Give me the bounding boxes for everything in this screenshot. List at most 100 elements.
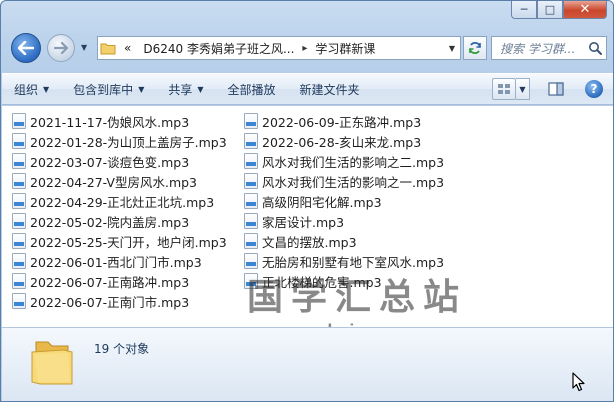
minimize-button[interactable]: ─ [511,1,537,19]
new-folder-label: 新建文件夹 [299,82,360,97]
mp3-file-icon [12,173,26,189]
file-item[interactable]: 风水对我们生活的影响之二.mp3 [244,151,476,171]
item-count: 19 个对象 [94,342,150,356]
file-name: 2022-04-27-V型房风水.mp3 [30,174,198,190]
file-name: 2022-01-28-为山顶上盖房子.mp3 [30,134,227,150]
arrow-left-icon [18,41,34,55]
preview-pane-icon [548,82,564,96]
address-segment-current[interactable]: 学习群新课 [309,40,381,57]
organize-button[interactable]: 组织 ▼ [2,81,61,98]
maximize-button[interactable]: □ [537,1,563,19]
share-label: 共享 [168,82,193,97]
chevron-right-icon[interactable]: ▸ [300,43,309,54]
mp3-file-icon [244,153,258,169]
file-item[interactable]: 2022-06-09-正东路冲.mp3 [244,111,476,131]
mp3-file-icon [12,293,26,309]
mp3-file-icon [244,113,258,129]
file-name: 2022-06-28-亥山来龙.mp3 [262,134,422,150]
file-item[interactable]: 2022-06-01-西北门门市.mp3 [12,251,244,271]
change-view-button[interactable] [492,78,516,100]
address-dropdown-icon[interactable]: ▼ [444,44,460,53]
history-dropdown-icon[interactable]: ▼ [81,43,87,52]
file-item[interactable]: 2022-05-25-天门开，地户闭.mp3 [12,231,244,251]
file-name: 2022-03-07-谈痘色变.mp3 [30,154,190,170]
mp3-file-icon [12,213,26,229]
file-name: 2022-04-29-正北灶正北坑.mp3 [30,194,215,210]
search-input[interactable]: 搜索 学习群... [491,36,607,60]
file-item[interactable]: 2022-04-29-正北灶正北坑.mp3 [12,191,244,211]
address-bar[interactable]: « D6240 李秀娟弟子班之风... ▸ 学习群新课 ▼ [97,36,461,60]
file-item[interactable]: 家居设计.mp3 [244,211,476,231]
mp3-file-icon [12,153,26,169]
help-icon: ? [585,80,603,98]
command-toolbar: 组织 ▼ 包含到库中 ▼ 共享 ▼ 全部播放 新建文件夹 ▼ ? [2,73,613,105]
refresh-icon [469,42,481,54]
file-item[interactable]: 文昌的摆放.mp3 [244,231,476,251]
mp3-file-icon [244,133,258,149]
play-all-button[interactable]: 全部播放 [216,81,288,98]
play-all-label: 全部播放 [227,82,276,97]
file-item[interactable]: 2022-03-07-谈痘色变.mp3 [12,151,244,171]
file-item[interactable]: 风水对我们生活的影响之一.mp3 [244,171,476,191]
toolbar-right: ▼ ? [492,78,606,100]
file-name: 高级阴阳宅化解.mp3 [262,194,382,210]
mp3-file-icon [12,253,26,269]
explorer-window: ─ □ ✕ ▼ « D6240 李秀娟弟子班之风... ▸ 学习群新课 ▼ 搜索… [0,0,614,402]
file-name: 2021-11-17-伪娘风水.mp3 [30,114,190,130]
organize-label: 组织 [14,82,39,97]
back-button[interactable] [11,33,41,63]
include-in-library-button[interactable]: 包含到库中 ▼ [61,81,156,98]
view-list-icon [498,84,510,94]
close-button[interactable]: ✕ [563,1,607,19]
new-folder-button[interactable]: 新建文件夹 [288,81,372,98]
include-in-library-label: 包含到库中 [73,82,134,97]
navigation-bar: ▼ « D6240 李秀娟弟子班之风... ▸ 学习群新课 ▼ 搜索 学习群..… [1,31,613,65]
mp3-file-icon [12,193,26,209]
mp3-file-icon [244,233,258,249]
mp3-file-icon [244,213,258,229]
file-list-pane[interactable]: 2021-11-17-伪娘风水.mp3 2022-01-28-为山顶上盖房子.mp… [2,106,613,341]
watermark-title: 国学汇总站 [247,277,468,318]
file-name: 2022-06-07-正南门市.mp3 [30,294,190,310]
folder-large-icon [31,341,73,385]
file-item[interactable]: 2022-04-27-V型房风水.mp3 [12,171,244,191]
file-item[interactable]: 2022-06-07-正南门市.mp3 [12,291,244,311]
mp3-file-icon [244,253,258,269]
mp3-file-icon [12,133,26,149]
file-name: 2022-06-07-正南路冲.mp3 [30,274,190,290]
help-button[interactable]: ? [582,78,606,100]
address-overflow[interactable]: « [118,41,137,55]
view-dropdown-icon[interactable]: ▼ [516,78,530,100]
chevron-down-icon: ▼ [197,84,204,94]
forward-button[interactable] [47,34,75,62]
file-name: 文昌的摆放.mp3 [262,234,357,250]
file-name: 2022-06-09-正东路冲.mp3 [262,114,422,130]
file-item[interactable]: 2022-05-02-院内盖房.mp3 [12,211,244,231]
preview-pane-button[interactable] [544,78,568,100]
file-name: 2022-06-01-西北门门市.mp3 [30,254,202,270]
mouse-cursor-icon [572,372,585,392]
file-name: 2022-05-25-天门开，地户闭.mp3 [30,234,227,250]
refresh-button[interactable] [463,36,487,60]
mp3-file-icon [12,233,26,249]
mp3-file-icon [12,273,26,289]
file-item[interactable]: 2022-01-28-为山顶上盖房子.mp3 [12,131,244,151]
arrow-right-icon [54,42,68,54]
folder-icon [98,37,118,59]
file-item[interactable]: 2022-06-07-正南路冲.mp3 [12,271,244,291]
file-name: 风水对我们生活的影响之一.mp3 [262,174,445,190]
file-item[interactable]: 2021-11-17-伪娘风水.mp3 [12,111,244,131]
share-button[interactable]: 共享 ▼ [156,81,215,98]
mp3-file-icon [244,173,258,189]
file-name: 风水对我们生活的影响之二.mp3 [262,154,445,170]
file-item[interactable]: 高级阴阳宅化解.mp3 [244,191,476,211]
mp3-file-icon [244,193,258,209]
mp3-file-icon [12,113,26,129]
file-item[interactable]: 2022-06-28-亥山来龙.mp3 [244,131,476,151]
address-segment-parent[interactable]: D6240 李秀娟弟子班之风... [137,40,300,57]
chevron-down-icon: ▼ [43,84,50,94]
caption-buttons: ─ □ ✕ [511,1,607,19]
details-pane: 19 个对象 [2,327,613,401]
search-icon[interactable] [588,41,602,55]
search-placeholder: 搜索 学习群... [500,41,576,56]
